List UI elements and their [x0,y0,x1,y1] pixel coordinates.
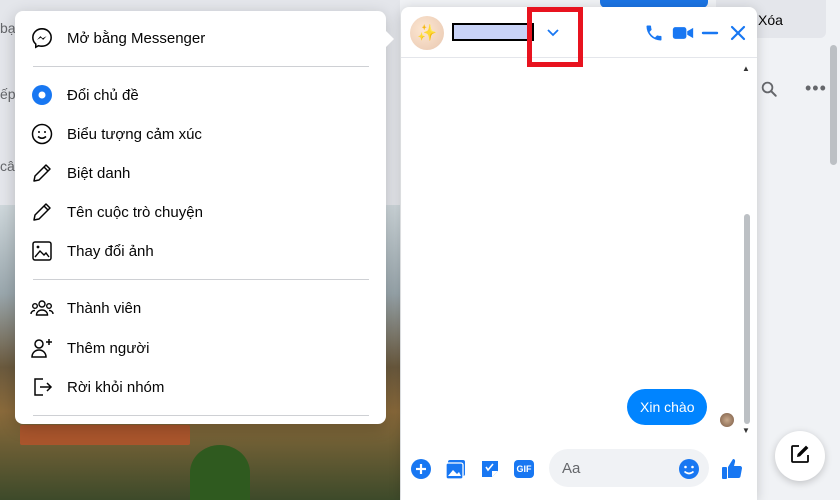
menu-item-label: Mở bằng Messenger [67,29,206,47]
like-thumb-icon[interactable] [720,457,744,481]
contact-name-redacted[interactable] [452,23,534,41]
menu-item-label: Biệt danh [67,164,131,182]
search-icon[interactable] [760,80,778,103]
menu-item-change-theme[interactable]: Đổi chủ đề [23,77,378,113]
message-list[interactable] [401,59,744,445]
menu-item-label: Đổi chủ đề [67,86,139,104]
photo-plant [190,445,250,500]
gif-label: GIF [514,460,534,478]
gif-icon[interactable]: GIF [512,457,536,481]
pencil-icon [23,201,61,223]
more-options-icon[interactable]: ••• [805,78,827,99]
menu-item-label: Biểu tượng cảm xúc [67,125,202,143]
seen-avatar [720,413,734,427]
add-plus-icon[interactable] [409,457,433,481]
image-icon [23,240,61,262]
menu-item-add-people[interactable]: Thêm người [23,330,378,366]
photo-sign [20,425,190,445]
menu-item-emoji[interactable]: Biểu tượng cảm xúc [23,116,378,152]
add-person-icon [23,336,61,360]
menu-item-conversation-name[interactable]: Tên cuộc trò chuyện [23,194,378,230]
menu-divider [33,66,369,67]
scroll-down-arrow-icon[interactable]: ▼ [742,426,750,435]
page-scrollbar[interactable] [830,45,837,165]
menu-item-label: Thay đổi ảnh [67,242,154,260]
menu-divider [33,415,369,416]
menu-item-leave-group[interactable]: Rời khỏi nhóm [23,369,378,405]
video-call-icon[interactable] [671,21,695,45]
pencil-icon [23,162,61,184]
scroll-up-arrow-icon[interactable]: ▲ [742,64,750,73]
bg-text-fragment: bạ [0,20,16,36]
chat-window: ✨ ▲ ▼ Xin chào GIF Aa [401,7,757,500]
menu-item-label: Thêm người [67,339,150,357]
message-composer: GIF [401,447,757,500]
photo-icon[interactable] [444,457,468,481]
close-icon[interactable] [726,21,750,45]
menu-item-label: Rời khỏi nhóm [67,378,165,396]
messenger-icon [23,27,61,49]
chat-scrollbar-thumb[interactable] [744,214,750,424]
menu-item-open-in-messenger[interactable]: Mở bằng Messenger [23,20,378,56]
theme-dot-icon [23,85,61,105]
menu-divider [33,279,369,280]
menu-item-label: Tên cuộc trò chuyện [67,203,203,221]
chat-avatar[interactable]: ✨ [410,16,444,50]
highlight-box [527,7,583,67]
bg-text-fragment: câ [0,158,15,174]
emoji-icon[interactable] [677,457,701,481]
new-message-button[interactable] [775,431,825,481]
minimize-icon[interactable] [698,21,722,45]
menu-item-members[interactable]: Thành viên [23,290,378,326]
chat-header: ✨ [401,7,757,67]
smiley-icon [23,123,61,145]
phone-icon[interactable] [642,21,666,45]
message-bubble-outgoing[interactable]: Xin chào [627,389,708,425]
conversation-options-menu: Mở bằng Messenger Đổi chủ đề Biểu tượng … [15,11,394,424]
menu-item-label: Thành viên [67,299,142,317]
compose-icon [789,443,811,470]
bg-text-fragment: ếp [0,86,16,102]
menu-item-change-photo[interactable]: Thay đổi ảnh [23,233,378,269]
background-right-panel [757,0,840,500]
menu-item-nicknames[interactable]: Biệt danh [23,155,378,191]
sparkle-icon: ✨ [417,25,437,42]
sticker-icon[interactable] [478,457,502,481]
chat-scrollbar[interactable]: ▲ ▼ [741,64,753,436]
members-icon [23,297,61,319]
leave-icon [23,376,61,398]
